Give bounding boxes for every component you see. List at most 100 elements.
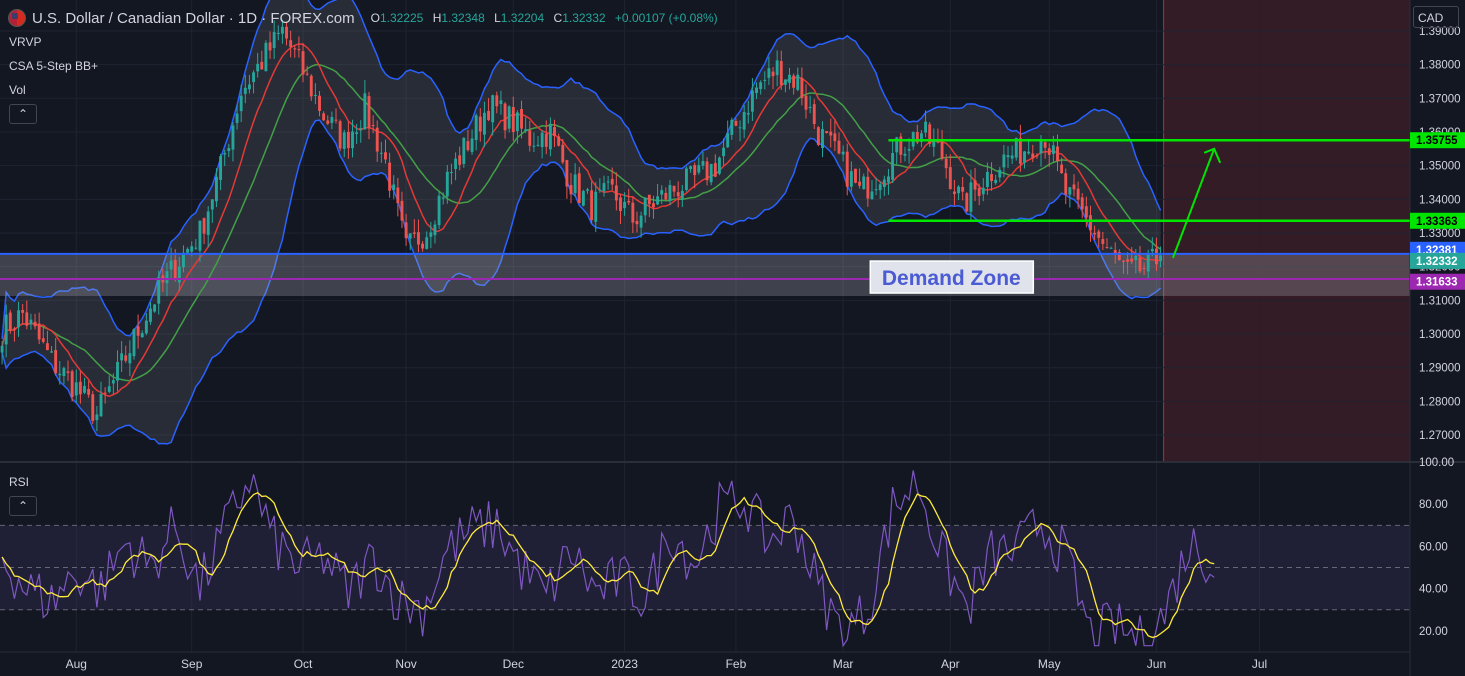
badge-support: 1.33363 <box>1416 216 1458 228</box>
rsi-tick-label: 100.00 <box>1419 457 1454 469</box>
indicator-vrvp[interactable]: VRVP <box>9 35 41 49</box>
candle-body <box>297 49 301 51</box>
candle-body <box>845 151 849 187</box>
candle-body <box>581 190 585 206</box>
candle-body <box>759 82 763 90</box>
candle-body <box>62 368 66 376</box>
candle-body <box>157 276 161 304</box>
candle-body <box>116 361 119 381</box>
future-zone <box>1163 0 1410 462</box>
candle-body <box>606 181 610 183</box>
candle-body <box>1023 151 1026 163</box>
candle-body <box>330 116 334 123</box>
candle-body <box>1101 239 1105 244</box>
candle-body <box>408 233 412 239</box>
candle-body <box>1043 142 1047 148</box>
price-chart[interactable]: Demand Zone1.390001.380001.370001.360001… <box>0 0 1465 676</box>
candle-body <box>734 120 738 126</box>
candle-body <box>1093 232 1097 235</box>
candle-body <box>1076 188 1080 200</box>
indicator-vol[interactable]: Vol <box>9 83 26 97</box>
candle-body <box>247 84 251 90</box>
candle-body <box>219 156 223 180</box>
candle-body <box>544 133 548 147</box>
candle-body <box>573 174 577 194</box>
candle-body <box>140 333 144 338</box>
candle-body <box>1039 140 1043 154</box>
candle-body <box>627 200 631 203</box>
collapse-rsi-button[interactable]: ⌃ <box>9 496 37 516</box>
symbol-title[interactable]: U.S. Dollar / Canadian Dollar · 1D · FOR… <box>32 10 355 27</box>
candle-body <box>536 144 540 146</box>
ohlc-values: O1.32225 H1.32348 L1.32204 C1.32332 +0.0… <box>370 11 718 25</box>
candle-body <box>256 63 260 72</box>
candle-body <box>305 73 309 75</box>
candle-body <box>944 159 948 169</box>
candle-body <box>223 153 227 155</box>
usd-cad-flag-icon <box>8 9 26 27</box>
price-tick-label: 1.38000 <box>1419 60 1461 72</box>
candle-body <box>771 71 775 77</box>
candle-body <box>1064 173 1068 195</box>
candle-body <box>994 179 998 183</box>
candle-body <box>103 392 107 394</box>
candle <box>717 156 721 176</box>
candle-body <box>417 232 420 245</box>
candle-body <box>144 320 148 334</box>
candle-body <box>379 152 383 154</box>
candle-body <box>1142 268 1146 270</box>
candle-body <box>276 32 280 35</box>
currency-selector[interactable]: CAD <box>1413 6 1459 28</box>
candle-body <box>41 338 45 342</box>
candle-body <box>334 119 338 121</box>
candle-body <box>870 191 874 200</box>
candle-body <box>507 106 511 129</box>
candle-body <box>227 148 231 151</box>
candle-body <box>887 176 890 183</box>
indicator-bb[interactable]: CSA 5-Step BB+ <box>9 59 98 73</box>
candle-body <box>957 186 960 194</box>
demand-zone-label: Demand Zone <box>882 267 1021 290</box>
chevron-up-icon: ⌃ <box>17 107 29 121</box>
candle-body <box>29 319 33 325</box>
candle-body <box>619 197 622 211</box>
candle-body <box>1047 148 1051 155</box>
candle-body <box>21 309 25 313</box>
candle-body <box>1002 154 1006 168</box>
candle-body <box>495 95 499 107</box>
candle-body <box>750 90 754 112</box>
collapse-indicators-button[interactable]: ⌃ <box>9 104 37 124</box>
time-tick-label: Sep <box>181 657 203 671</box>
candle-body <box>182 252 185 268</box>
candle <box>132 328 136 360</box>
candle-body <box>359 127 363 130</box>
candle-body <box>969 182 973 212</box>
candle-body <box>388 162 392 191</box>
candle-body <box>1027 151 1031 154</box>
candle-body <box>78 381 82 395</box>
candle-body <box>924 121 928 133</box>
candle-body <box>1006 155 1010 158</box>
price-tick-label: 1.29000 <box>1419 363 1461 375</box>
candle-body <box>149 308 152 322</box>
candle-body <box>689 166 693 170</box>
candle-body <box>965 193 969 212</box>
badge-demand-line: 1.31633 <box>1416 277 1458 289</box>
candle-body <box>590 190 594 221</box>
candle-body <box>466 141 470 151</box>
candle-body <box>243 87 247 94</box>
candle-body <box>338 121 342 149</box>
symbol-header: U.S. Dollar / Canadian Dollar · 1D · FOR… <box>8 8 718 28</box>
candle-body <box>577 173 581 204</box>
candle-body <box>676 192 680 197</box>
time-tick-label: Nov <box>395 657 416 671</box>
badge-current-price: 1.32332 <box>1416 256 1458 268</box>
rsi-label[interactable]: RSI <box>9 475 29 489</box>
candle-body <box>1060 164 1064 174</box>
candle-body <box>841 151 845 155</box>
candle-body <box>553 127 556 136</box>
candle-body <box>775 60 779 76</box>
candle-body <box>561 144 565 163</box>
candle-body <box>837 140 841 154</box>
candle-body <box>25 312 29 326</box>
